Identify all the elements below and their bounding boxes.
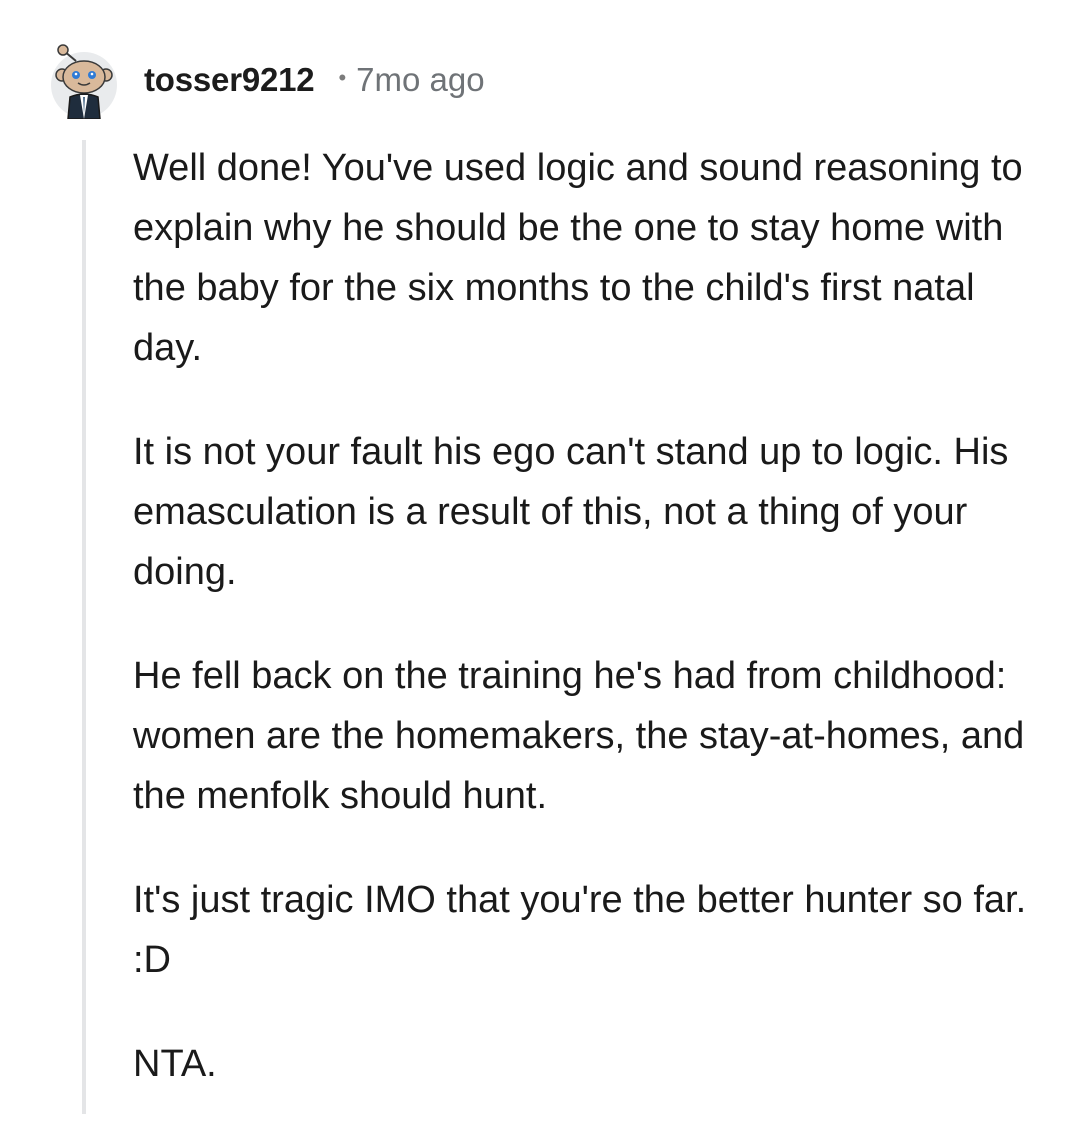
- comment-body: Well done! You've used logic and sound r…: [133, 138, 1033, 1138]
- comment: tosser9212 • 7mo ago Well done! You've u…: [0, 0, 1080, 1114]
- timestamp[interactable]: 7mo ago: [356, 61, 484, 99]
- separator-dot: •: [338, 65, 347, 90]
- username-link[interactable]: tosser9212: [144, 61, 315, 99]
- snoo-avatar-icon: [51, 44, 117, 119]
- comment-paragraph: It's just tragic IMO that you're the bet…: [133, 879, 1027, 981]
- comment-paragraph: It is not your fault his ego can't stand…: [133, 431, 1009, 593]
- comment-paragraph: NTA.: [133, 1043, 217, 1085]
- comment-paragraph: He fell back on the training he's had fr…: [133, 655, 1025, 817]
- comment-header: tosser9212 • 7mo ago: [50, 40, 485, 120]
- thread-collapse-line[interactable]: [82, 140, 86, 1114]
- comment-paragraph: Well done! You've used logic and sound r…: [133, 147, 1023, 369]
- avatar[interactable]: [50, 41, 118, 119]
